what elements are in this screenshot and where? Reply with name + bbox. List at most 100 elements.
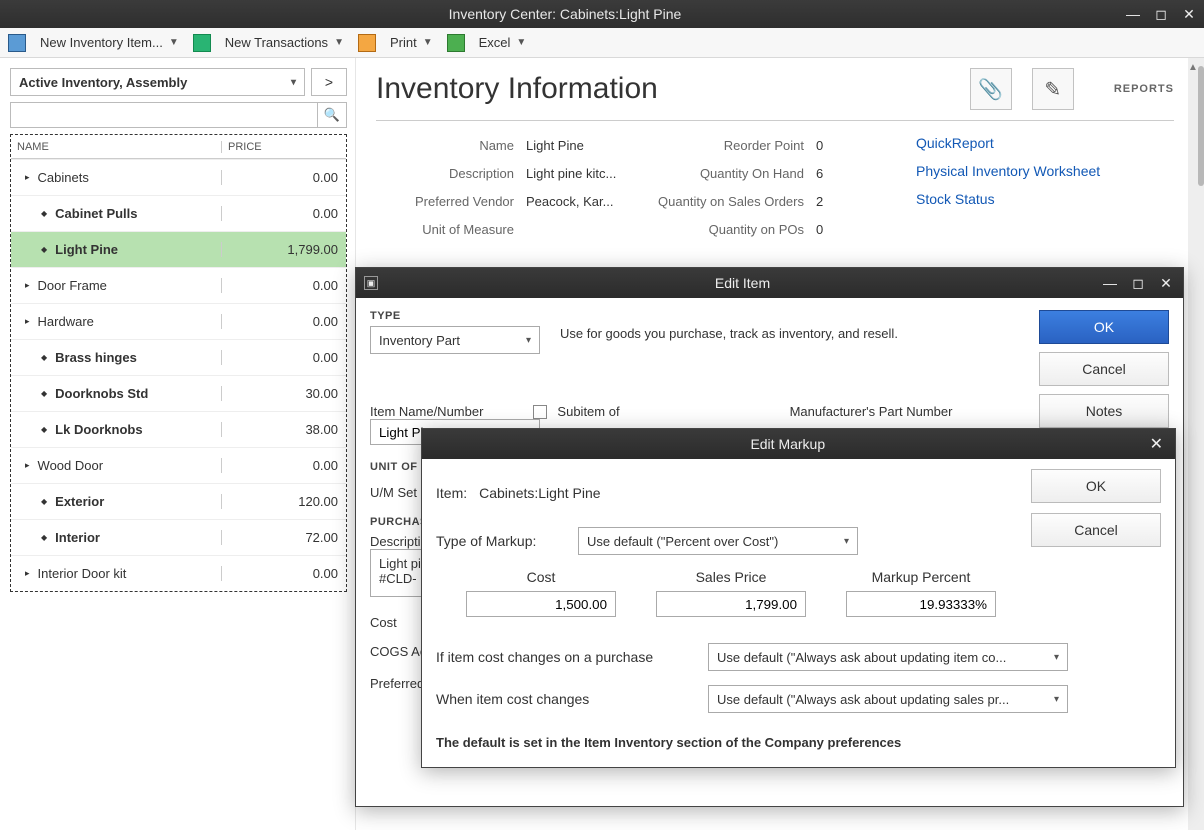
minimize-icon[interactable]: — [1101,274,1119,292]
item-name-cell: ◆Exterior [11,494,221,509]
table-row[interactable]: ◆Brass hinges0.00 [11,339,346,375]
close-icon[interactable]: ✕ [1157,274,1175,292]
table-row[interactable]: ◆Doorknobs Std30.00 [11,375,346,411]
notes-button[interactable]: Notes [1039,394,1169,428]
table-row[interactable]: ◆Cabinet Pulls0.00 [11,195,346,231]
info-label: Quantity on Sales Orders [626,194,816,209]
item-price-cell: 0.00 [221,458,346,473]
item-name-label: Item Name/Number [370,404,483,419]
edit-button[interactable]: ✎ [1032,68,1074,110]
cancel-button[interactable]: Cancel [1039,352,1169,386]
scroll-up-icon: ▲ [1188,62,1198,73]
item-label: Doorknobs Std [55,386,148,401]
maximize-icon[interactable]: ◻ [1129,274,1147,292]
subitem-label: Subitem of [557,404,619,419]
cost-change-label: When item cost changes [436,691,696,707]
sales-price-input[interactable] [656,591,806,617]
cancel-button[interactable]: Cancel [1031,513,1161,547]
printer-icon [358,34,376,52]
cost-change-purchase-select[interactable]: Use default ("Always ask about updating … [708,643,1068,671]
markup-type-label: Type of Markup: [436,533,566,549]
table-row[interactable]: ◆Exterior120.00 [11,483,346,519]
markup-type-select[interactable]: Use default ("Percent over Cost") ▾ [578,527,858,555]
info-value-qoh: 6 [816,166,846,181]
sales-price-header: Sales Price [696,569,767,585]
item-price-cell: 38.00 [221,422,346,437]
toolbar-label: New Inventory Item... [40,35,163,50]
item-name-cell: ▸Interior Door kit [11,566,221,581]
table-row[interactable]: ◆Light Pine1,799.00 [11,231,346,267]
info-label: Reorder Point [656,138,816,153]
inventory-icon [8,34,26,52]
info-value-qpo: 0 [816,222,846,237]
item-value: Cabinets:Light Pine [479,485,600,501]
ok-button[interactable]: OK [1039,310,1169,344]
table-row[interactable]: ◆Interior72.00 [11,519,346,555]
magnifier-icon: 🔍 [324,107,340,123]
new-transactions-menu[interactable]: New Transactions ▼ [225,35,344,50]
checkbox[interactable] [533,405,547,419]
restore-icon[interactable]: ▣ [364,276,378,290]
item-name-cell: ▸Cabinets [11,170,221,185]
search-button[interactable]: 🔍 [317,102,347,128]
close-icon[interactable]: ✕ [1180,5,1198,23]
item-label: Light Pine [55,242,118,257]
cost-change-select[interactable]: Use default ("Always ask about updating … [708,685,1068,713]
info-value-qso: 2 [816,194,846,209]
chevron-down-icon: ▾ [291,77,296,88]
search-input[interactable] [10,102,317,128]
attach-button[interactable]: 📎 [970,68,1012,110]
item-name-cell: ◆Light Pine [11,242,221,257]
table-row[interactable]: ◆Lk Doorknobs38.00 [11,411,346,447]
maximize-icon[interactable]: ◻ [1152,5,1170,23]
toolbar-label: Print [390,35,417,50]
link-physical-inventory[interactable]: Physical Inventory Worksheet [916,163,1100,179]
diamond-icon: ◆ [41,497,47,506]
chevron-right-icon: > [325,74,333,90]
caret-right-icon: ▸ [25,172,30,183]
markup-percent-input[interactable] [846,591,996,617]
window-controls: — ◻ ✕ [1124,5,1198,23]
uom-set-label: U/M Set [370,485,417,500]
edit-item-titlebar: ▣ Edit Item — ◻ ✕ [356,268,1183,298]
item-label: Interior [55,530,100,545]
chevron-down-icon: ▾ [526,335,531,346]
table-row[interactable]: ▸Hardware0.00 [11,303,346,339]
item-label: Item: [436,485,467,501]
page-title: Inventory Information [376,72,950,106]
close-icon[interactable]: ✕ [1146,434,1167,454]
link-stock-status[interactable]: Stock Status [916,191,1100,207]
table-row[interactable]: ▸ Wood Door 0.00 [11,447,346,483]
item-label: Wood Door [38,458,104,473]
chevron-down-icon: ▾ [1054,652,1059,663]
caret-right-icon: ▸ [25,460,30,471]
table-row[interactable]: ▸Cabinets0.00 [11,159,346,195]
table-row[interactable]: ▸Door Frame0.00 [11,267,346,303]
item-price-cell: 0.00 [221,278,346,293]
expand-button[interactable]: > [311,68,347,96]
link-quickreport[interactable]: QuickReport [916,135,1100,151]
print-menu[interactable]: Print ▼ [390,35,433,50]
table-row[interactable]: ▸Interior Door kit0.00 [11,555,346,591]
type-description: Use for goods you purchase, track as inv… [560,326,980,341]
info-value-description: Light pine kitc... [526,166,656,181]
new-inventory-item-menu[interactable]: New Inventory Item... ▼ [40,35,179,50]
chevron-down-icon: ▼ [169,37,179,48]
ok-button[interactable]: OK [1031,469,1161,503]
diamond-icon: ◆ [41,533,47,542]
scroll-thumb[interactable] [1198,66,1204,186]
cost-input[interactable] [466,591,616,617]
cost-change-purchase-label: If item cost changes on a purchase [436,649,696,665]
scrollbar[interactable]: ▲ [1188,58,1204,830]
minimize-icon[interactable]: — [1124,5,1142,23]
report-links: QuickReport Physical Inventory Worksheet… [916,135,1100,243]
diamond-icon: ◆ [41,209,47,218]
item-price-cell: 1,799.00 [221,242,346,257]
info-label: Unit of Measure [376,222,526,237]
chevron-down-icon: ▾ [844,536,849,547]
excel-menu[interactable]: Excel ▼ [479,35,527,50]
item-type-select[interactable]: Inventory Part ▾ [370,326,540,354]
inventory-filter-select[interactable]: Active Inventory, Assembly ▾ [10,68,305,96]
inventory-sidebar: Active Inventory, Assembly ▾ > 🔍 NAME PR… [0,58,356,830]
edit-markup-dialog: Edit Markup ✕ OK Cancel Item: Cabinets:L… [421,428,1176,768]
